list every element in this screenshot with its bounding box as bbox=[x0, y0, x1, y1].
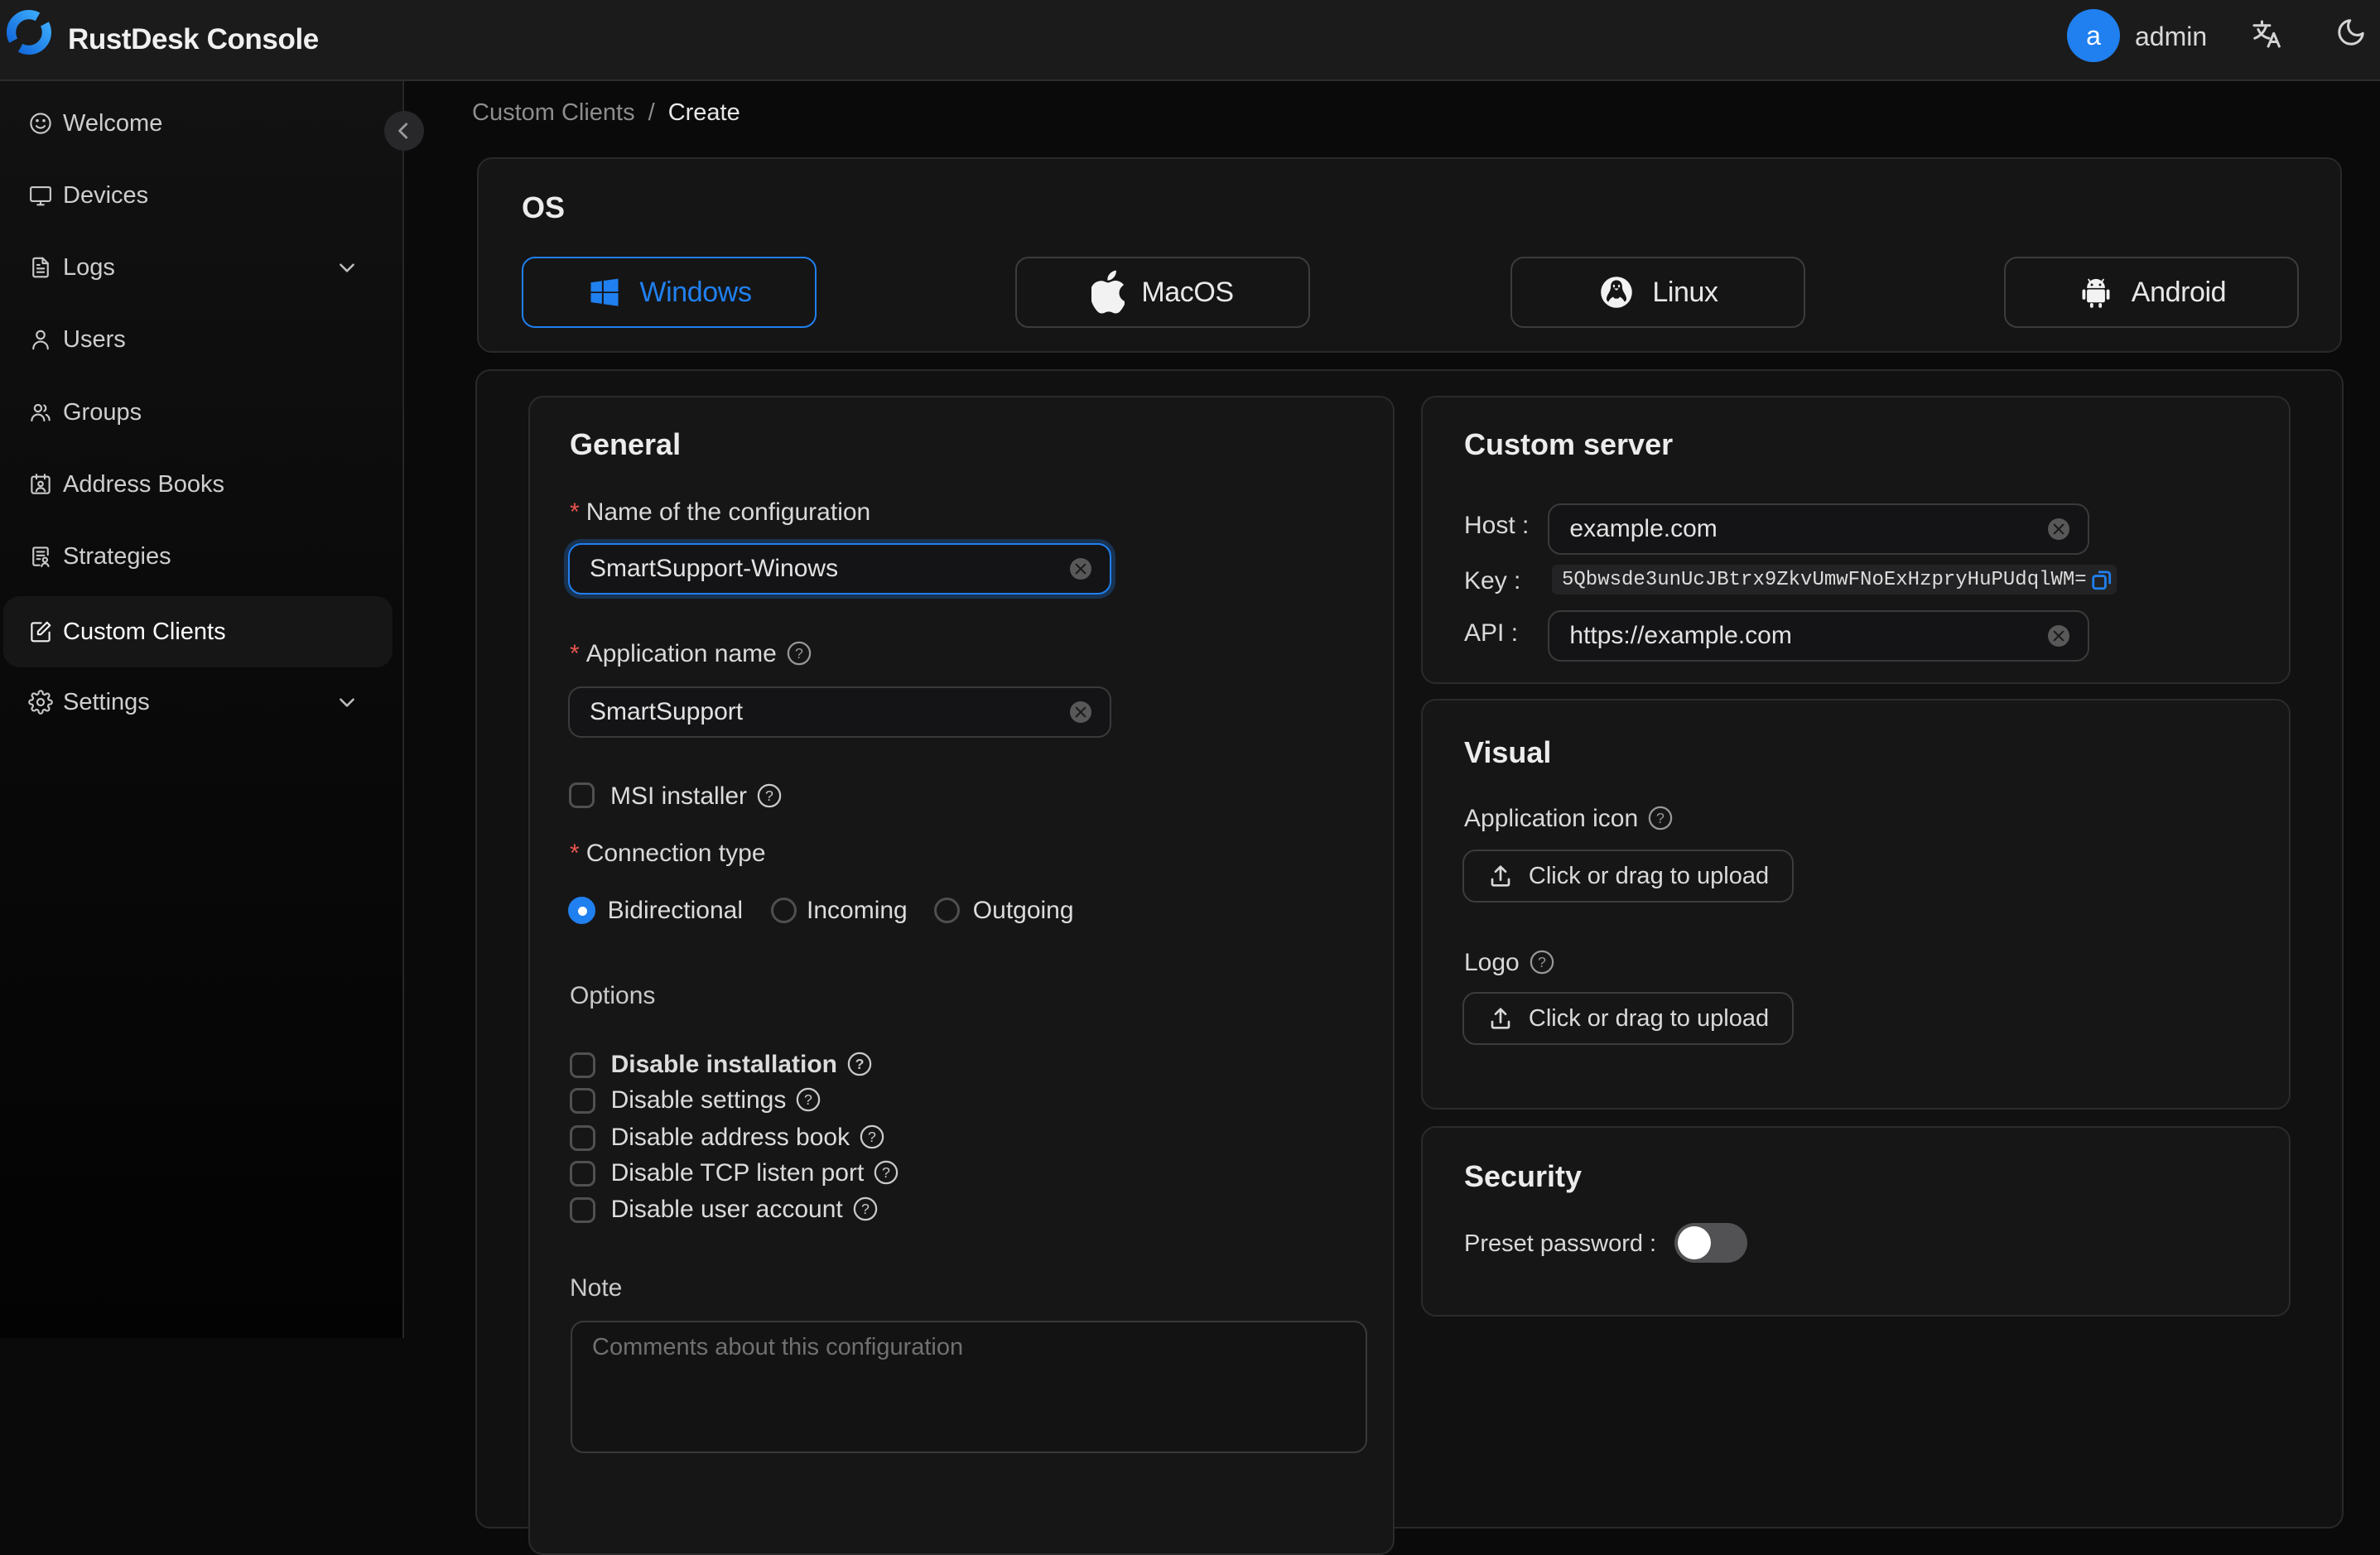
svg-text:?: ? bbox=[1538, 954, 1546, 970]
svg-text:?: ? bbox=[804, 1091, 812, 1108]
svg-text:?: ? bbox=[855, 1056, 865, 1072]
svg-text:?: ? bbox=[765, 787, 773, 804]
svg-text:?: ? bbox=[795, 645, 803, 662]
svg-text:?: ? bbox=[861, 1201, 870, 1217]
svg-text:?: ? bbox=[868, 1129, 876, 1145]
svg-text:?: ? bbox=[1656, 810, 1665, 826]
svg-text:?: ? bbox=[882, 1164, 890, 1181]
